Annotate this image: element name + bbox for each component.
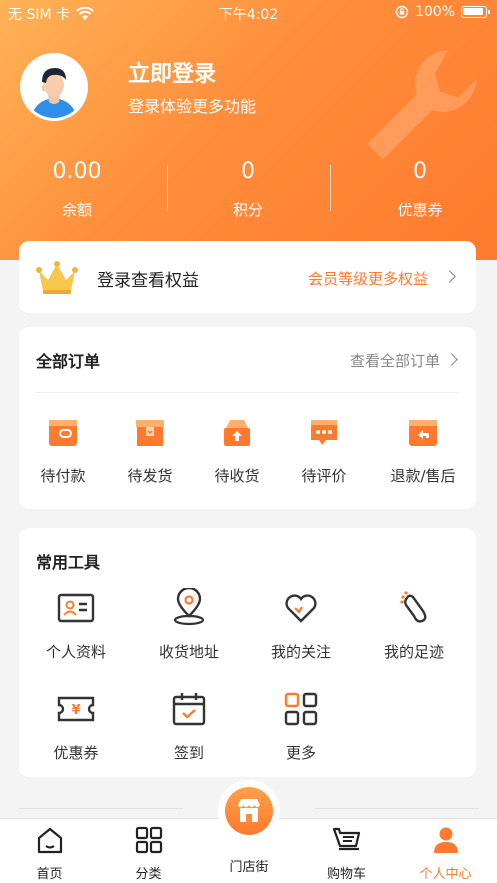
account-stats: 0.00 余额 0 积分 0 优惠券 <box>0 155 497 225</box>
tool-label: 我的足迹 <box>383 643 444 661</box>
user-icon <box>433 827 458 853</box>
order-pending-shipment[interactable]: 待发货 <box>106 416 194 486</box>
id-card-icon <box>57 593 95 623</box>
tab-store-street[interactable] <box>218 780 280 842</box>
tab-category[interactable]: 分类 <box>99 819 198 882</box>
order-label: 待发货 <box>127 467 173 485</box>
member-benefits-text: 登录查看权益 <box>97 271 199 291</box>
tool-label: 签到 <box>173 744 204 762</box>
tab-home[interactable]: 首页 <box>0 819 99 882</box>
stat-coupons-label: 优惠券 <box>397 201 443 219</box>
tab-label: 购物车 <box>326 867 366 882</box>
stat-balance-label: 余额 <box>61 201 92 219</box>
cart-icon <box>332 827 360 851</box>
wrench-decoration-icon <box>367 50 477 160</box>
tab-cart[interactable]: 购物车 <box>297 819 396 882</box>
status-bar: 无 SIM 卡 下午4:02 100% <box>0 0 497 26</box>
stat-divider <box>167 165 168 211</box>
store-icon <box>237 799 261 822</box>
wallet-icon <box>49 420 77 446</box>
footprint-icon <box>400 591 427 623</box>
tool-more[interactable]: 更多 <box>245 689 357 763</box>
tool-coupon[interactable]: ¥ 优惠券 <box>20 689 132 763</box>
member-level-link[interactable]: 会员等级更多权益 <box>308 268 428 289</box>
divider <box>18 808 183 809</box>
tool-label: 我的关注 <box>270 643 331 661</box>
stat-balance[interactable]: 0.00 余额 <box>17 155 137 220</box>
order-refund-aftersale[interactable]: 退款/售后 <box>379 416 467 486</box>
login-subtitle: 登录体验更多功能 <box>128 97 257 116</box>
stat-coupons-value: 0 <box>413 159 427 184</box>
svg-text:¥: ¥ <box>71 703 80 718</box>
tab-label: 个人中心 <box>419 867 472 882</box>
divider <box>314 808 479 809</box>
stat-balance-value: 0.00 <box>52 159 102 184</box>
tab-store-label: 门店街 <box>229 860 269 875</box>
order-pending-review[interactable]: 待评价 <box>280 416 368 486</box>
tool-footprint[interactable]: 我的足迹 <box>358 588 470 662</box>
orientation-lock-icon <box>395 5 409 19</box>
tool-label: 个人资料 <box>45 643 106 661</box>
member-benefits-card[interactable]: 登录查看权益 会员等级更多权益 <box>19 241 476 313</box>
chevron-right-icon <box>443 270 456 283</box>
box-icon <box>136 420 164 446</box>
order-label: 待评价 <box>301 467 347 485</box>
stat-coupons[interactable]: 0 优惠券 <box>360 155 480 220</box>
tool-label: 更多 <box>285 744 316 762</box>
tab-label: 分类 <box>135 867 162 882</box>
tab-profile[interactable]: 个人中心 <box>396 819 495 882</box>
battery-level <box>463 8 483 15</box>
stat-points[interactable]: 0 积分 <box>188 155 308 220</box>
location-icon <box>173 586 205 626</box>
category-icon <box>135 826 162 854</box>
status-right: 100% <box>395 4 490 20</box>
tool-address[interactable]: 收货地址 <box>133 586 245 662</box>
stat-points-value: 0 <box>241 159 255 184</box>
receive-icon <box>224 420 250 446</box>
home-icon <box>37 827 62 854</box>
tools-title: 常用工具 <box>36 553 101 572</box>
login-title[interactable]: 立即登录 <box>128 56 216 88</box>
order-label: 退款/售后 <box>390 467 456 485</box>
battery-text: 100% <box>414 4 455 20</box>
calendar-check-icon <box>172 693 206 726</box>
orders-card: 全部订单 查看全部订单 待付款 待发货 待收货 待评价 退款/售后 <box>19 327 476 509</box>
tool-checkin[interactable]: 签到 <box>133 689 245 763</box>
order-label: 待收货 <box>214 467 260 485</box>
avatar[interactable] <box>20 53 88 121</box>
battery-icon <box>461 6 490 18</box>
stat-divider <box>330 165 331 211</box>
tool-profile[interactable]: 个人资料 <box>20 588 132 662</box>
tab-label: 首页 <box>36 867 63 882</box>
divider <box>36 392 459 393</box>
grid-icon <box>284 692 318 726</box>
orders-title: 全部订单 <box>36 352 101 371</box>
tools-card: 常用工具 个人资料 收货地址 我的关注 我的足迹 ¥ 优惠券 签到 更多 <box>19 528 476 777</box>
chevron-right-icon <box>445 353 458 366</box>
stat-points-label: 积分 <box>232 201 263 219</box>
view-all-orders-link[interactable]: 查看全部订单 <box>350 350 440 371</box>
comment-icon <box>311 420 337 445</box>
heart-icon <box>285 594 317 623</box>
coupon-icon: ¥ <box>57 696 95 722</box>
refund-icon <box>409 420 437 446</box>
tool-follow[interactable]: 我的关注 <box>245 588 357 662</box>
order-label: 待付款 <box>40 467 86 485</box>
crown-icon <box>36 261 78 294</box>
tool-label: 收货地址 <box>158 643 219 661</box>
tool-label: 优惠券 <box>53 744 99 762</box>
order-pending-receipt[interactable]: 待收货 <box>193 416 281 486</box>
avatar-illustration-icon <box>23 56 85 118</box>
center-store-button[interactable] <box>225 787 273 835</box>
order-pending-payment[interactable]: 待付款 <box>19 416 107 486</box>
